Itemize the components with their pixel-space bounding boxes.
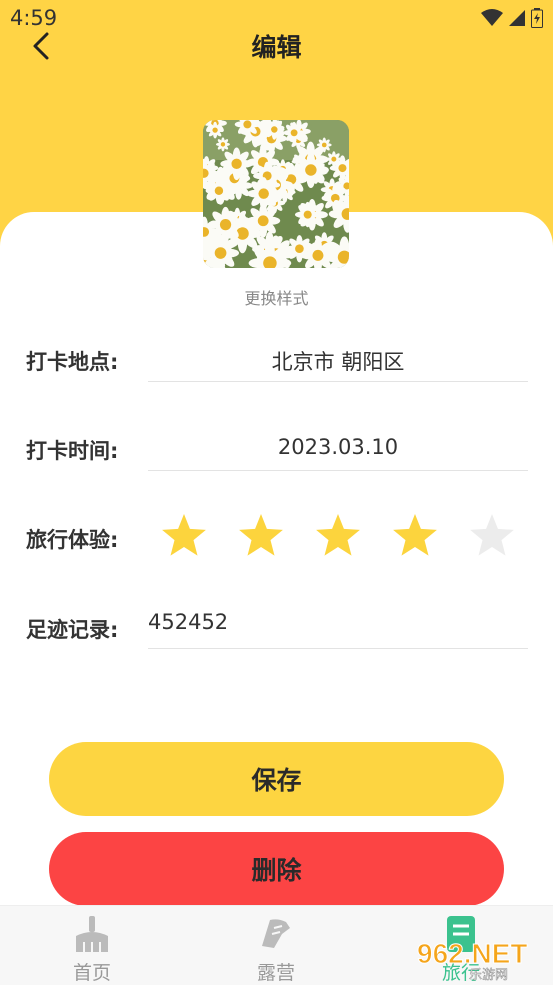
tab-camping[interactable]: 露营 xyxy=(184,906,368,985)
location-field[interactable]: 北京市 朝阳区 xyxy=(148,346,528,376)
svg-text:乐游网: 乐游网 xyxy=(469,968,508,981)
tab-camping-label: 露营 xyxy=(256,962,295,984)
daisy-field-image xyxy=(203,120,349,268)
rating-stars xyxy=(160,512,516,560)
location-underline xyxy=(148,381,528,382)
record-label: 足迹记录: xyxy=(26,618,119,642)
shoe-icon xyxy=(262,919,290,948)
star-icon[interactable] xyxy=(160,512,208,560)
record-underline xyxy=(148,648,528,649)
tab-home-label: 首页 xyxy=(72,962,111,984)
change-style-link[interactable]: 更换样式 xyxy=(0,285,553,309)
time-field[interactable]: 2023.03.10 xyxy=(148,435,528,459)
star-icon[interactable] xyxy=(237,512,285,560)
save-button[interactable]: 保存 xyxy=(49,742,504,816)
title-bar: 编辑 xyxy=(0,22,553,68)
star-icon[interactable] xyxy=(314,512,362,560)
page-title: 编辑 xyxy=(251,33,302,62)
rating-label: 旅行体验: xyxy=(26,528,119,552)
star-icon[interactable] xyxy=(468,512,516,560)
delete-button[interactable]: 删除 xyxy=(49,832,504,906)
record-field[interactable]: 452452 xyxy=(148,610,528,634)
star-icon[interactable] xyxy=(391,512,439,560)
tab-home[interactable]: 首页 xyxy=(0,906,184,985)
location-label: 打卡地点: xyxy=(26,350,119,374)
cover-image[interactable] xyxy=(203,120,349,268)
time-underline xyxy=(148,470,528,471)
broom-icon xyxy=(76,916,108,952)
svg-text:962.NET: 962.NET xyxy=(417,938,528,969)
time-label: 打卡时间: xyxy=(26,439,119,463)
watermark-logo: 962.NET 乐游网 xyxy=(417,938,529,982)
